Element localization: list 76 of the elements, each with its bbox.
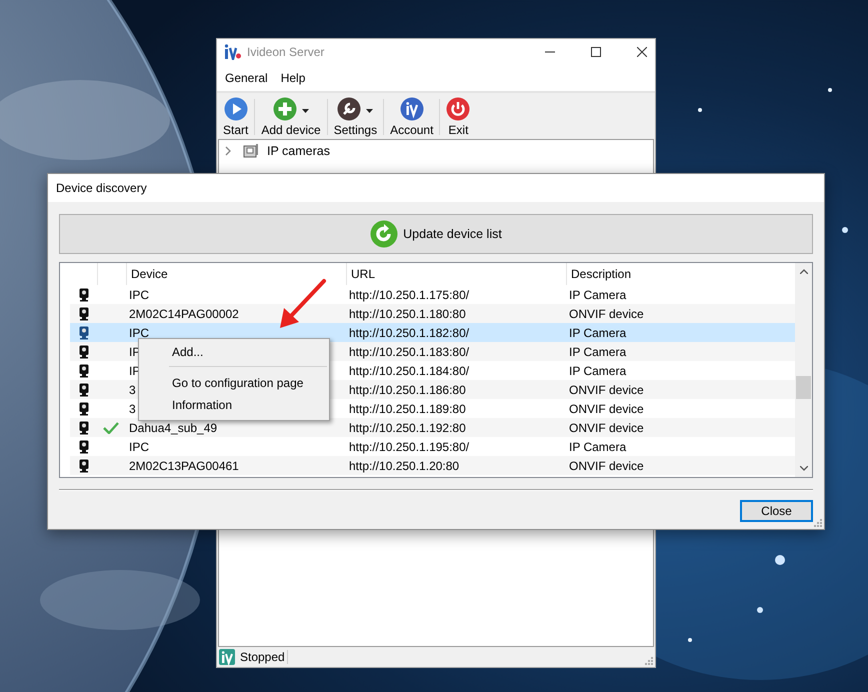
toolbar-button[interactable]: Account [386,97,438,137]
refresh-icon [370,220,398,248]
table-cell: Dahua4_sub_49 [129,420,218,434]
webcam-icon [78,288,88,302]
menu-item[interactable]: Add... [172,345,204,359]
scroll-down-icon[interactable] [800,466,808,471]
plus-icon [273,97,298,121]
app-logo-icon [224,44,242,60]
table-cell: IP Camera [569,326,626,340]
webcam-icon [78,402,88,416]
table-cell: IP Camera [569,344,626,358]
table-cell: IP Camera [569,440,626,454]
status-text: Stopped [240,650,288,664]
webcam-icon [78,326,88,340]
play-icon [224,97,248,121]
table-cell: ONVIF device [569,382,644,396]
expand-chevron-icon[interactable] [225,146,231,156]
toolbar-button[interactable]: Add device [257,97,325,137]
pointer-arrow [278,278,328,330]
scroll-up-icon[interactable] [800,269,808,274]
column-header[interactable]: URL [351,267,376,281]
table-cell: http://10.250.1.189:80 [349,402,466,416]
resize-grip-icon[interactable] [814,519,822,527]
table-cell: 2M02C13PAG00461 [129,458,239,472]
table-cell: http://10.250.1.183:80/ [349,344,470,358]
tree-item[interactable]: IP cameras [267,144,330,158]
table-cell: 3 [129,382,136,396]
table-cell: http://10.250.1.195:80/ [349,440,470,454]
table-cell: http://10.250.1.20:80 [349,458,460,472]
resize-grip-icon[interactable] [645,657,653,665]
table-cell: ONVIF device [569,420,644,434]
dialog-title: Device discovery [56,181,147,195]
scroll-thumb[interactable] [796,376,811,399]
account-icon [400,97,424,121]
table-cell: IPC [129,288,150,302]
webcam-icon [78,382,88,396]
power-icon [446,97,470,121]
wrench-icon [337,97,362,121]
close-button[interactable]: Close [740,500,813,522]
table-cell: ONVIF device [569,306,644,320]
maximize-icon[interactable] [591,47,601,57]
menu-item[interactable]: Go to configuration page [172,376,304,390]
table-cell: http://10.250.1.186:80 [349,382,466,396]
table-cell: http://10.250.1.184:80/ [349,364,470,378]
column-header[interactable]: Device [131,267,168,281]
webcam-icon [78,458,88,472]
menu-item[interactable]: General [220,71,276,85]
table-cell: IP Camera [569,288,626,302]
table-cell: IPC [129,440,150,454]
webcam-icon [78,420,88,434]
table-cell: 3 [129,402,136,416]
table-cell: IPC [129,326,150,340]
webcam-icon [78,440,88,454]
menu-item[interactable]: Information [172,398,232,412]
column-header[interactable]: Description [571,267,632,281]
toolbar-button[interactable]: Start [219,97,252,137]
webcam-icon [78,364,88,378]
camera-icon [243,143,259,159]
webcam-icon [78,306,88,320]
table-cell: http://10.250.1.182:80/ [349,326,470,340]
update-button[interactable]: Update device list [59,214,813,254]
table-cell: http://10.250.1.180:80 [349,306,466,320]
close-icon[interactable] [637,47,647,57]
table-cell: ONVIF device [569,402,644,416]
table-cell: 2M02C14PAG00002 [129,306,239,320]
scrollbar[interactable] [795,263,812,477]
table-cell: ONVIF device [569,458,644,472]
webcam-icon [78,344,88,358]
window-title: Ivideon Server [247,45,324,59]
toolbar-button[interactable]: Exit [442,97,474,137]
app-logo-icon [219,649,235,665]
table-cell: IP Camera [569,364,626,378]
table-cell: http://10.250.1.192:80 [349,420,466,434]
toolbar-button[interactable]: Settings [330,97,382,137]
menu-item[interactable]: Help [276,71,314,85]
table-cell: http://10.250.1.175:80/ [349,288,470,302]
